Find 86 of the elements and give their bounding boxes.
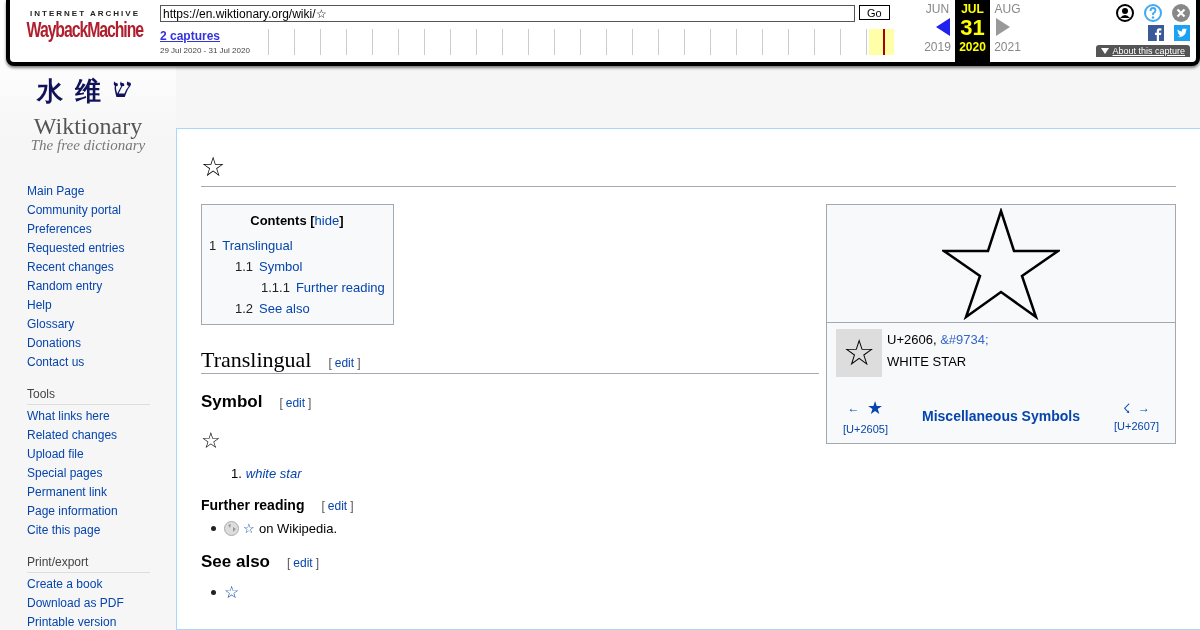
sidebar-link[interactable]: Permanent link	[27, 483, 176, 502]
prev-glyph-link[interactable]: ★	[867, 397, 884, 419]
caret-icon	[1101, 48, 1110, 54]
sidebar-link[interactable]: What links here	[27, 407, 176, 426]
prev-code-link[interactable]: [U+2605]	[843, 423, 888, 435]
edit-link[interactable]: edit	[293, 556, 313, 570]
sidebar-link[interactable]: Community portal	[27, 201, 176, 220]
toc-number: 1.1.1	[261, 279, 290, 297]
bracket: ]	[308, 396, 312, 410]
symbol-link[interactable]: ☆	[224, 582, 239, 603]
page-title: ☆	[201, 149, 1176, 187]
bracket: [	[310, 213, 315, 228]
sidebar-link[interactable]: Page information	[27, 502, 176, 521]
section-heading: Further reading	[201, 497, 305, 513]
sidebar-link[interactable]: Printable version	[27, 613, 176, 630]
wikipedia-link[interactable]: ☆	[243, 521, 255, 536]
toc-title: Contents	[250, 213, 307, 228]
prev-arrow-icon[interactable]	[935, 18, 950, 36]
section-heading: Symbol	[201, 392, 263, 412]
codepoint-text: U+2606,	[887, 332, 937, 347]
toc-link[interactable]: Translingual	[222, 235, 293, 256]
sidebar-link[interactable]: Recent changes	[27, 258, 176, 277]
toc-link[interactable]: Symbol	[259, 256, 303, 277]
sidebar-link[interactable]: Upload file	[27, 445, 176, 464]
edit-link[interactable]: edit	[285, 396, 306, 410]
sidebar-link[interactable]: Glossary	[27, 315, 176, 334]
month-column[interactable]: JUN 2019	[920, 0, 955, 62]
next-arrow-link[interactable]: →	[1138, 401, 1150, 415]
sidebar-link[interactable]: Requested entries	[27, 239, 176, 258]
bracket: [	[279, 396, 283, 410]
facebook-icon[interactable]	[1148, 25, 1164, 41]
twitter-icon[interactable]	[1174, 25, 1190, 41]
section-heading: See also	[201, 552, 270, 572]
bracket: ]	[315, 556, 320, 570]
url-field[interactable]: https://en.wiktionary.org/wiki/☆	[160, 5, 855, 22]
bracket: [	[328, 356, 332, 370]
toc-number: 1	[209, 237, 217, 255]
toc-link[interactable]: See also	[259, 298, 310, 319]
star-icon	[942, 207, 1060, 320]
next-arrow-icon[interactable]	[995, 18, 1010, 36]
go-button[interactable]: Go	[859, 5, 890, 20]
sidebar-link[interactable]: Create a book	[27, 575, 176, 594]
month-column[interactable]: JUL 31 2020	[955, 0, 990, 62]
globe-icon	[224, 521, 239, 536]
hide-link[interactable]: hide	[314, 213, 340, 228]
bracket: ]	[339, 213, 344, 228]
user-icon[interactable]	[1116, 4, 1134, 22]
entity-link[interactable]: &#9734;	[940, 332, 989, 347]
prev-arrow-link[interactable]: ←	[847, 401, 860, 415]
block-link[interactable]: Miscellaneous Symbols	[922, 408, 1080, 424]
toc-link[interactable]: Further reading	[295, 277, 385, 298]
section-heading: Translingual	[201, 347, 312, 373]
wayback-logo: INTERNET ARCHIVE WaybackMachine	[25, 8, 145, 44]
edit-link[interactable]: edit	[327, 499, 348, 513]
body-text: on Wikipedia.	[259, 521, 338, 536]
toc-number: 1.2	[235, 300, 254, 318]
definition-link[interactable]: white star	[245, 466, 302, 481]
sidebar-link[interactable]: Main Page	[27, 182, 176, 201]
toc-number: 1.1	[235, 258, 254, 276]
captures-link[interactable]: 2 captures	[160, 29, 268, 43]
month-column[interactable]: AUG 2021	[990, 0, 1025, 62]
sidebar-link[interactable]: Random entry	[27, 277, 176, 296]
sidebar-link[interactable]: Related changes	[27, 426, 176, 445]
character-name: WHITE STAR	[887, 353, 968, 371]
about-capture-button[interactable]: About this capture	[1096, 45, 1190, 57]
sidebar-link[interactable]: Download as PDF	[27, 594, 176, 613]
list-number: 1.	[231, 466, 242, 481]
symbol-glyph: ☆	[201, 428, 222, 454]
sidebar-link[interactable]: Special pages	[27, 464, 176, 483]
sidebar-link[interactable]: Donations	[27, 334, 176, 353]
bracket: [	[287, 556, 291, 570]
date-range: 29 Jul 2020 - 31 Jul 2020	[160, 46, 251, 55]
next-code-link[interactable]: [U+2607]	[1114, 419, 1159, 432]
bracket: [	[321, 499, 325, 513]
sidebar-heading: Tools	[27, 387, 150, 405]
sidebar-link[interactable]: Contact us	[27, 353, 176, 372]
sidebar-link[interactable]: Help	[27, 296, 176, 315]
sidebar-link[interactable]: Cite this page	[27, 521, 176, 540]
edit-link[interactable]: edit	[334, 356, 355, 370]
bracket: ]	[350, 499, 354, 513]
next-glyph-link[interactable]: ☇	[1123, 400, 1130, 416]
sidebar-heading: Print/export	[27, 555, 150, 573]
glyph-sample: ☆	[836, 329, 882, 377]
bracket: ]	[357, 356, 361, 370]
sidebar-link[interactable]: Preferences	[27, 220, 176, 239]
close-icon[interactable]	[1172, 4, 1190, 22]
